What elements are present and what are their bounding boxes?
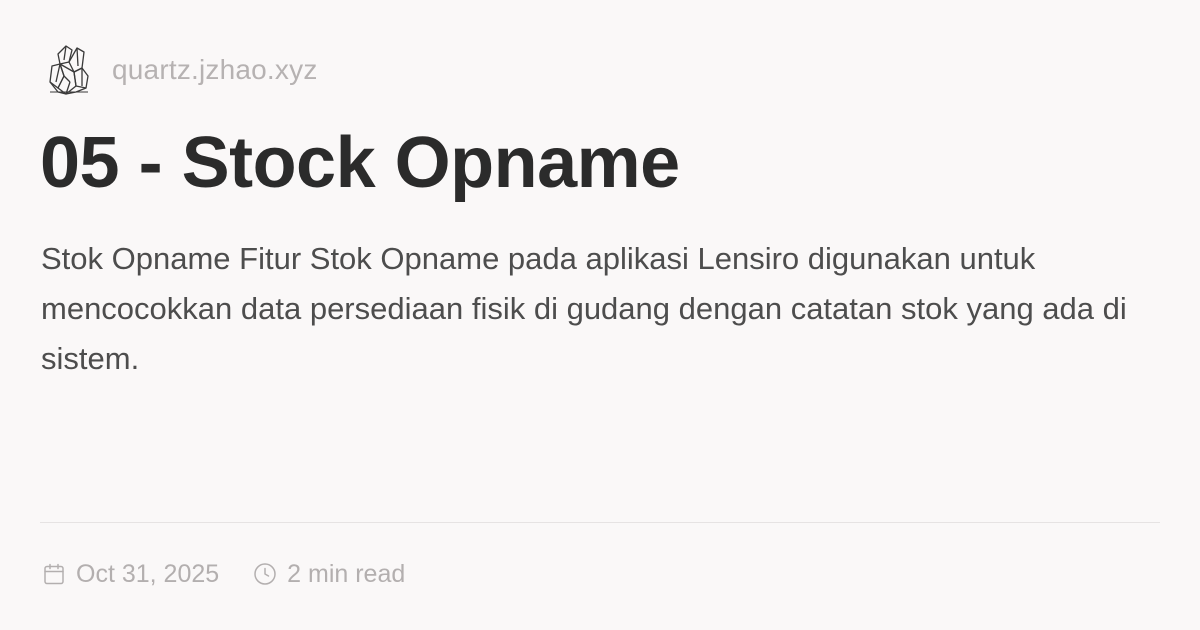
calendar-icon <box>44 563 64 585</box>
page-description: Stok Opname Fitur Stok Opname pada aplik… <box>41 241 1127 376</box>
site-name: quartz.jzhao.xyz <box>112 54 318 85</box>
date-meta: Oct 31, 2025 <box>42 560 219 589</box>
og-card: quartz.jzhao.xyz 05 - Stock Opname Stok … <box>0 0 1200 630</box>
reading-time: 2 min read <box>287 559 406 588</box>
site-header: quartz.jzhao.xyz <box>44 40 318 100</box>
publish-date: Oct 31, 2025 <box>76 559 220 588</box>
reading-time-meta: 2 min read <box>253 560 405 589</box>
crystal-logo-icon <box>49 45 89 95</box>
divider <box>40 522 1160 523</box>
clock-icon <box>254 563 276 585</box>
page-meta: Oct 31, 2025 2 min read <box>42 556 405 592</box>
page-title: 05 - Stock Opname <box>40 123 680 203</box>
